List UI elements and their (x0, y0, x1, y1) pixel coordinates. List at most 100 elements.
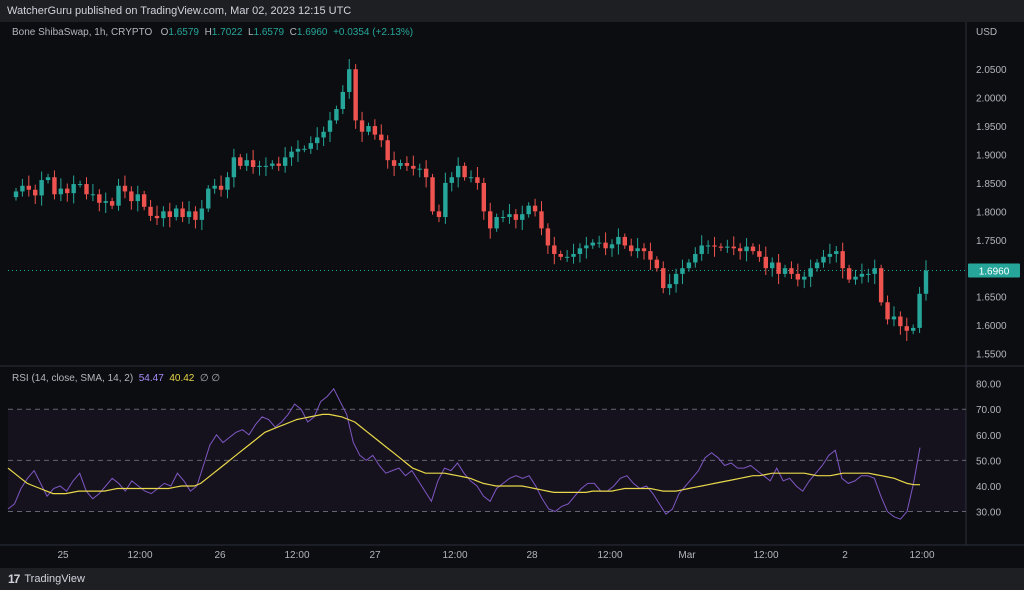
candle-body (488, 211, 493, 229)
candle-body (314, 137, 320, 144)
candle-body (398, 163, 403, 166)
rsi-legend: RSI (14, close, SMA, 14, 2) 54.47 40.42 … (12, 373, 220, 384)
candle-body (891, 316, 897, 320)
candle-body (39, 180, 44, 196)
candle-body (135, 194, 140, 202)
change-value: +0.0354 (+2.13%) (333, 27, 414, 38)
candle-body (910, 327, 916, 331)
chart-svg[interactable]: USD 2.0500 2.0000 1.9500 1.9000 1.8500 1.8000 1… (0, 22, 1024, 568)
candle-body (475, 177, 480, 183)
price-tick-label: 1.5500 (976, 349, 1007, 360)
candle-body (462, 165, 467, 178)
time-tick-label: 12:00 (127, 550, 152, 561)
candle-body (199, 208, 205, 220)
time-tick-label: 27 (369, 550, 381, 561)
candle-body (141, 194, 147, 207)
candle-body (654, 259, 660, 269)
candle-body (520, 214, 525, 220)
time-tick-label: 12:00 (909, 550, 934, 561)
rsi-tick-label: 50.00 (976, 456, 1001, 467)
candle-body (84, 184, 89, 195)
candle-body (366, 126, 371, 132)
candle-body (904, 326, 909, 331)
candle-body (571, 253, 576, 257)
candle-body (77, 184, 83, 186)
candle-body (494, 217, 499, 229)
candle-body (577, 248, 583, 254)
footer-bar: 17 TradingView (0, 568, 1024, 590)
time-tick-label: 12:00 (597, 550, 622, 561)
low-value: 1.6579 (253, 27, 285, 38)
top-bar: WatcherGuru published on TradingView.com… (0, 0, 1024, 22)
candle-body (814, 262, 820, 269)
rsi-tick-label: 60.00 (976, 431, 1001, 442)
candle-body (763, 256, 768, 269)
candle-body (821, 256, 826, 263)
candle-body (379, 134, 384, 141)
candle-body (923, 270, 929, 294)
candle-body (58, 188, 64, 195)
candle-body (129, 191, 134, 202)
candle-body (443, 182, 448, 218)
candle-body (898, 316, 903, 327)
candle-body (699, 245, 704, 254)
rsi-sma-value: 40.42 (169, 373, 195, 384)
candle-body (391, 160, 397, 166)
candle-body (705, 245, 711, 247)
tradingview-mark-icon: 17 (8, 572, 20, 586)
candle-body (33, 189, 38, 196)
candle-body (744, 246, 749, 252)
candle-body (661, 268, 666, 289)
candle-body (885, 302, 890, 320)
candle-body (449, 177, 454, 183)
candle-body (116, 185, 121, 206)
price-tick-label: 1.8500 (976, 179, 1007, 190)
candle-body (26, 185, 32, 190)
candle-body (737, 248, 743, 252)
candle-body (468, 177, 474, 179)
price-tick-label: 1.9500 (976, 122, 1007, 133)
candle-body (148, 206, 153, 216)
candle-body (776, 262, 781, 274)
candle-body (846, 268, 852, 280)
candle-body (866, 273, 871, 275)
candle-body (673, 273, 679, 285)
candle-body (231, 157, 237, 178)
time-tick-label: 2 (842, 550, 848, 561)
candle-body (834, 251, 839, 254)
candle-body (539, 211, 544, 229)
candle-body (802, 276, 807, 280)
candle-body (430, 177, 435, 212)
candle-body (282, 157, 288, 166)
time-tick-label: 25 (57, 550, 69, 561)
candle-body (302, 148, 307, 150)
candle-body (257, 165, 262, 167)
price-tick-label: 2.0000 (976, 94, 1007, 105)
candle-body (186, 211, 192, 218)
candle-body (513, 214, 519, 220)
candle-body (603, 242, 608, 249)
candle-body (757, 251, 762, 257)
rsi-tick-label: 80.00 (976, 380, 1001, 391)
high-label: H (204, 27, 212, 38)
candle-body (385, 140, 390, 161)
candle-body (878, 268, 884, 303)
candle-body (731, 246, 736, 249)
candle-body (334, 109, 339, 121)
candle-body (436, 211, 442, 218)
candle-body (827, 253, 833, 257)
candle-body (417, 168, 422, 170)
tradingview-logo[interactable]: 17 TradingView (8, 572, 85, 586)
candle-body (622, 236, 628, 246)
candle-body (782, 268, 788, 274)
candle-body (725, 246, 730, 248)
chart-area[interactable]: USD 2.0500 2.0000 1.9500 1.9000 1.8500 1.8000 1… (0, 22, 1024, 568)
candle-body (789, 268, 794, 274)
candle-body (808, 268, 813, 277)
candle-body (641, 248, 647, 252)
candle-body (225, 177, 230, 190)
candle-body (667, 284, 672, 289)
price-tick-label: 1.6000 (976, 321, 1007, 332)
candle-body (238, 157, 243, 166)
close-value: 1.6960 (296, 27, 328, 38)
